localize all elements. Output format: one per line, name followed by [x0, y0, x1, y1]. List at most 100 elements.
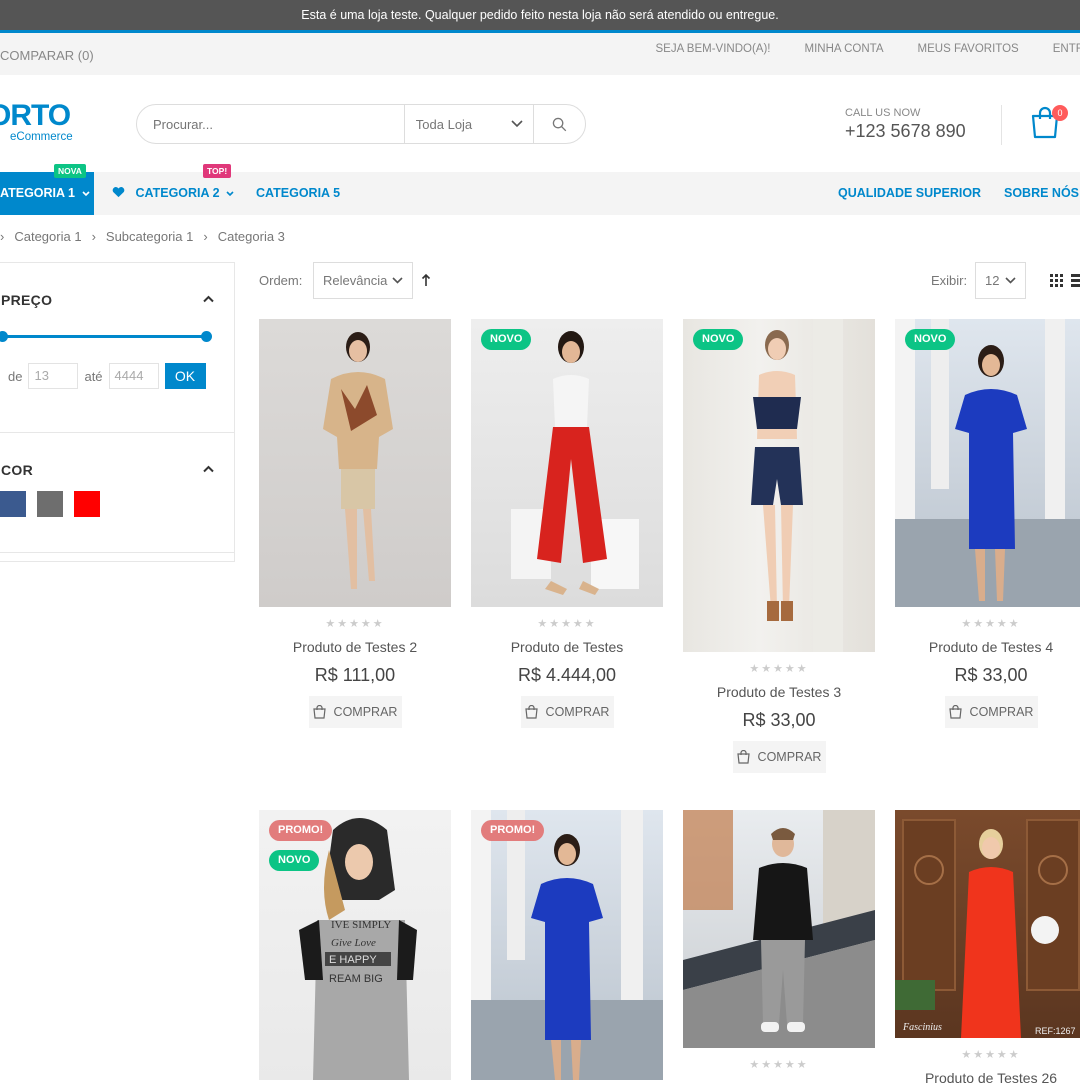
product-photo-model: Fascinius REF:1267 — [895, 819, 1080, 1038]
rating-stars: ★★★★★ — [961, 618, 1021, 630]
breadcrumb-item[interactable]: Categoria 1 — [14, 229, 81, 244]
price-from-input[interactable]: 13 — [28, 363, 79, 389]
chevron-up-icon[interactable] — [203, 295, 214, 303]
heart-icon — [112, 187, 125, 198]
product-image[interactable]: PROMO! — [471, 810, 663, 1080]
product-image[interactable] — [683, 810, 875, 1048]
product-image[interactable]: NOVO — [895, 319, 1080, 607]
product-card[interactable]: NOVO ★★★★★ Produto de Testes R$ 4.444,00… — [471, 319, 663, 728]
product-photo-model — [471, 810, 663, 1080]
product-image[interactable]: NOVO — [683, 319, 875, 652]
product-name[interactable]: Produto de Testes 26 — [895, 1070, 1080, 1086]
breadcrumb-separator: › — [91, 229, 96, 244]
price-filter-title[interactable]: PREÇO — [1, 292, 52, 308]
color-swatch-gray[interactable] — [37, 491, 63, 517]
price-from-label: de — [8, 368, 23, 384]
price-range-min-handle[interactable] — [0, 331, 8, 342]
store-notice-text: Esta é uma loja teste. Qualquer pedido f… — [301, 8, 779, 22]
top-links: SEJA BEM-VINDO(A)! MINHA CONTA MEUS FAVO… — [621, 33, 1080, 65]
breadcrumb-item[interactable]: Subcategoria 1 — [106, 229, 193, 244]
logo-subtitle: eCommerce — [10, 131, 73, 143]
price-range-slider[interactable] — [0, 331, 212, 342]
rating-stars: ★★★★★ — [749, 1059, 809, 1071]
filter-sidebar: PREÇO de 13 até 4444 OK COR — [0, 262, 235, 562]
product-card[interactable]: NOVO ★★★★★ Produto de Testes 3 R$ 33,00 … — [683, 319, 875, 773]
sort-direction-arrow-icon[interactable] — [421, 273, 431, 287]
search-scope-value: Toda Loja — [415, 116, 473, 132]
price-range-max-handle[interactable] — [201, 331, 212, 342]
nav-item-categoria-2[interactable]: CATEGORIA 2 TOP! — [112, 164, 234, 215]
nav-item-sobre[interactable]: SOBRE NÓS — [1004, 172, 1079, 215]
buy-button-label: COMPRAR — [757, 750, 822, 764]
product-card[interactable]: ★★★★★ Produto de Testes 2 R$ 111,00 COMP… — [259, 319, 451, 728]
shopping-bag-icon — [524, 705, 538, 719]
nav-item-categoria-5[interactable]: CATEGORIA 5 — [256, 172, 340, 215]
sort-select[interactable]: Relevância — [313, 262, 413, 299]
top-bar: COMPARAR (0) SEJA BEM-VINDO(A)! MINHA CO… — [0, 33, 1080, 75]
product-card[interactable]: NOVO ★★★★★ Produto de Testes 4 R$ 33,00 … — [895, 319, 1080, 728]
logo-word: ORTO — [0, 99, 71, 132]
call-us: CALL US NOW +123 5678 890 — [845, 107, 966, 142]
product-name[interactable]: Produto de Testes 4 — [895, 639, 1080, 655]
color-filter-title[interactable]: COR — [1, 462, 33, 478]
breadcrumb-item[interactable]: Categoria 3 — [218, 229, 285, 244]
sidebar-divider — [0, 552, 234, 553]
buy-button[interactable]: COMPRAR — [308, 696, 402, 728]
product-name[interactable]: Produto de Testes 2 — [259, 639, 451, 655]
call-label: CALL US NOW — [845, 107, 921, 119]
product-card[interactable]: PROMO! — [471, 810, 663, 1080]
product-image[interactable]: IVE SIMPLY Give Love E HAPPY REAM BIG PR… — [259, 810, 451, 1080]
color-swatch-blue[interactable] — [0, 491, 26, 517]
product-photo-model — [323, 332, 393, 589]
search-bar: Toda Loja — [136, 104, 586, 144]
product-name[interactable]: Produto de Testes — [471, 639, 663, 655]
product-name[interactable]: Produto de Testes 3 — [683, 684, 875, 700]
call-number[interactable]: +123 5678 890 — [845, 121, 966, 142]
store-logo[interactable]: ORTO eCommerce — [0, 99, 73, 144]
login-link[interactable]: ENTRAR — [1053, 33, 1080, 65]
product-price: R$ 33,00 — [742, 710, 816, 730]
compare-link[interactable]: COMPARAR (0) — [0, 33, 94, 79]
svg-text:Give Love: Give Love — [331, 937, 376, 949]
search-scope-select[interactable]: Toda Loja — [403, 105, 533, 143]
my-account-link[interactable]: MINHA CONTA — [805, 33, 884, 65]
price-ok-button[interactable]: OK — [164, 363, 206, 389]
my-favorites-link[interactable]: MEUS FAVORITOS — [918, 33, 1019, 65]
sort-label: Ordem: — [259, 273, 303, 288]
price-to-input[interactable]: 4444 — [108, 363, 159, 389]
badge-new: NOVO — [693, 329, 744, 350]
product-card[interactable]: ★★★★★ — [683, 810, 875, 1071]
product-image[interactable] — [259, 319, 451, 607]
product-card[interactable]: IVE SIMPLY Give Love E HAPPY REAM BIG PR… — [259, 810, 451, 1080]
search-input[interactable] — [137, 105, 404, 143]
product-photo-model — [751, 319, 843, 652]
chevron-up-icon[interactable] — [203, 465, 214, 473]
search-button[interactable] — [533, 105, 585, 143]
list-view-icon[interactable] — [1071, 274, 1080, 287]
nav-item-categoria-1[interactable]: ATEGORIA 1 NOVA — [0, 164, 94, 215]
product-image[interactable]: Fascinius REF:1267 — [895, 810, 1080, 1038]
product-card[interactable]: Fascinius REF:1267 ★★★★★ Produto de Test… — [895, 810, 1080, 1086]
buy-button[interactable]: COMPRAR — [520, 696, 614, 728]
welcome-text: SEJA BEM-VINDO(A)! — [655, 43, 771, 55]
rating-stars: ★★★★★ — [961, 1049, 1021, 1061]
product-price: R$ 111,00 — [314, 665, 396, 685]
svg-text:REAM BIG: REAM BIG — [329, 973, 383, 985]
nav-item-qualidade[interactable]: QUALIDADE SUPERIOR — [838, 172, 981, 215]
product-price: R$ 33,00 — [954, 665, 1028, 685]
limit-select[interactable]: 12 — [975, 262, 1026, 299]
limit-label: Exibir: — [931, 273, 968, 288]
chevron-down-icon — [511, 120, 523, 128]
grid-view-icon[interactable] — [1050, 274, 1063, 287]
shopping-bag-icon — [312, 705, 326, 719]
cart-button[interactable]: 0 — [1030, 105, 1068, 144]
buy-button-label: COMPRAR — [969, 705, 1034, 719]
product-image[interactable]: NOVO — [471, 319, 663, 607]
buy-button[interactable]: COMPRAR — [944, 696, 1038, 728]
badge-promo: PROMO! — [481, 820, 545, 841]
badge-new: NOVO — [905, 329, 956, 350]
buy-button[interactable]: COMPRAR — [732, 741, 826, 773]
breadcrumb-separator: › — [0, 229, 5, 244]
color-swatch-red[interactable] — [74, 491, 100, 517]
breadcrumb: › Categoria 1 › Subcategoria 1 › Categor… — [0, 229, 295, 244]
